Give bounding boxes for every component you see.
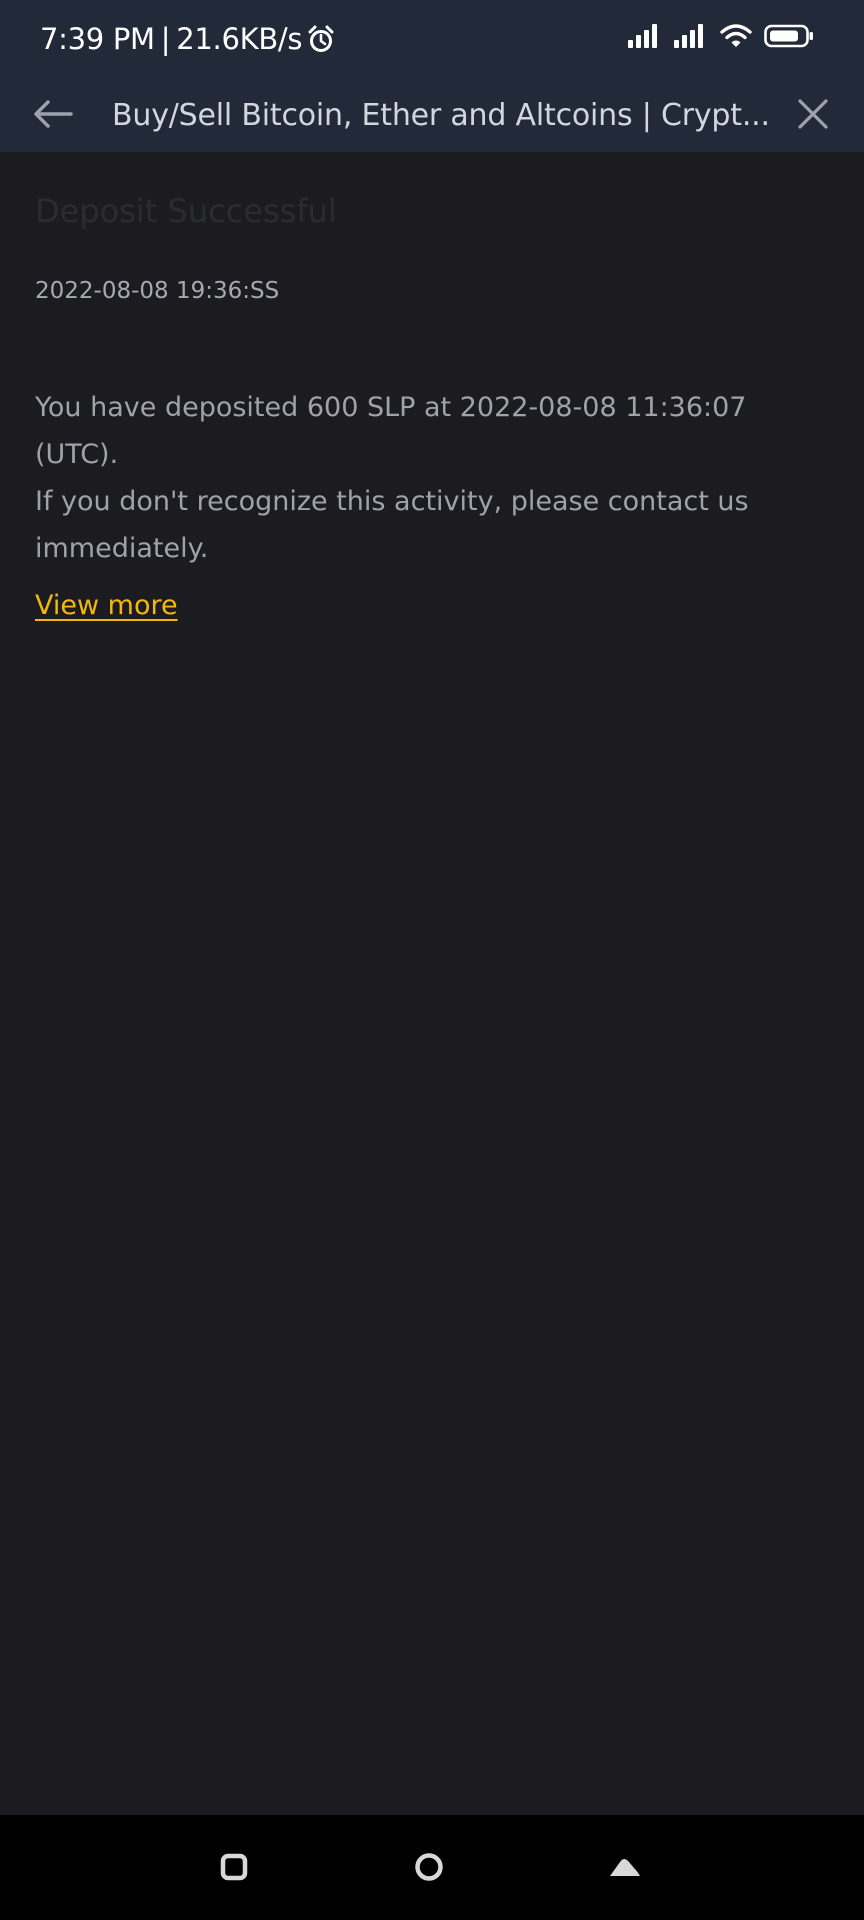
system-back-button[interactable] (597, 1841, 653, 1897)
message-title: Deposit Successful (35, 192, 337, 230)
message-content: Deposit Successful 2022-08-08 19:36:SS Y… (0, 152, 864, 1815)
close-icon (797, 98, 829, 134)
status-right (628, 24, 814, 48)
status-left: 7:39 PM | 21.6KB/s (40, 22, 334, 56)
status-bar: 7:39 PM | 21.6KB/s (0, 0, 864, 84)
recent-apps-icon (219, 1852, 249, 1886)
status-network-speed: 21.6KB/s (176, 22, 303, 56)
page-title: Buy/Sell Bitcoin, Ether and Altcoins | C… (112, 98, 770, 133)
message-timestamp: 2022-08-08 19:36:SS (35, 278, 280, 304)
recent-apps-button[interactable] (206, 1841, 262, 1897)
system-nav-bar (0, 1815, 864, 1920)
view-more-link[interactable]: View more (35, 590, 178, 621)
message-body-line: You have deposited 600 SLP at 2022-08-08… (35, 392, 747, 470)
close-button[interactable] (784, 88, 842, 144)
wifi-icon (720, 24, 752, 48)
alarm-icon (308, 25, 334, 53)
battery-icon (764, 24, 814, 48)
message-body: You have deposited 600 SLP at 2022-08-08… (35, 384, 825, 572)
arrow-left-icon (33, 99, 73, 133)
browser-toolbar: Buy/Sell Bitcoin, Ether and Altcoins | C… (0, 84, 864, 152)
status-separator: | (160, 22, 171, 56)
home-icon (413, 1851, 445, 1887)
home-button[interactable] (401, 1841, 457, 1897)
back-icon (608, 1854, 642, 1884)
status-time: 7:39 PM (40, 22, 155, 56)
message-body-line: If you don't recognize this activity, pl… (35, 486, 749, 564)
back-button[interactable] (22, 88, 84, 144)
signal-icon (628, 24, 662, 48)
signal-icon (674, 24, 708, 48)
